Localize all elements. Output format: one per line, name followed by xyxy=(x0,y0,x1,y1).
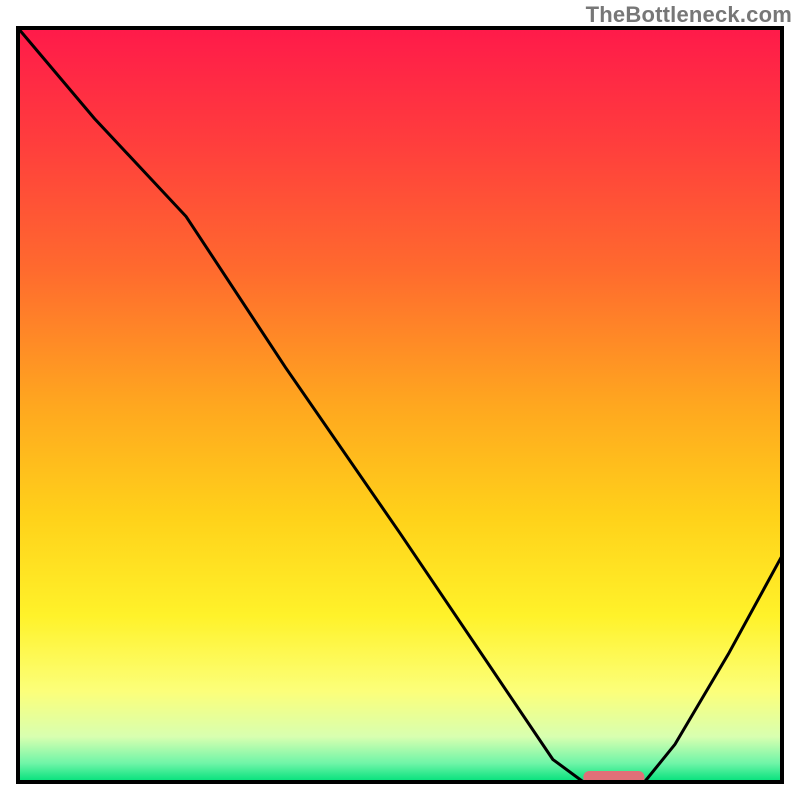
watermark-text: TheBottleneck.com xyxy=(586,2,792,28)
gradient-background xyxy=(18,28,782,782)
chart-container: TheBottleneck.com xyxy=(0,0,800,800)
bottleneck-chart xyxy=(0,0,800,800)
plot-area xyxy=(18,28,782,784)
